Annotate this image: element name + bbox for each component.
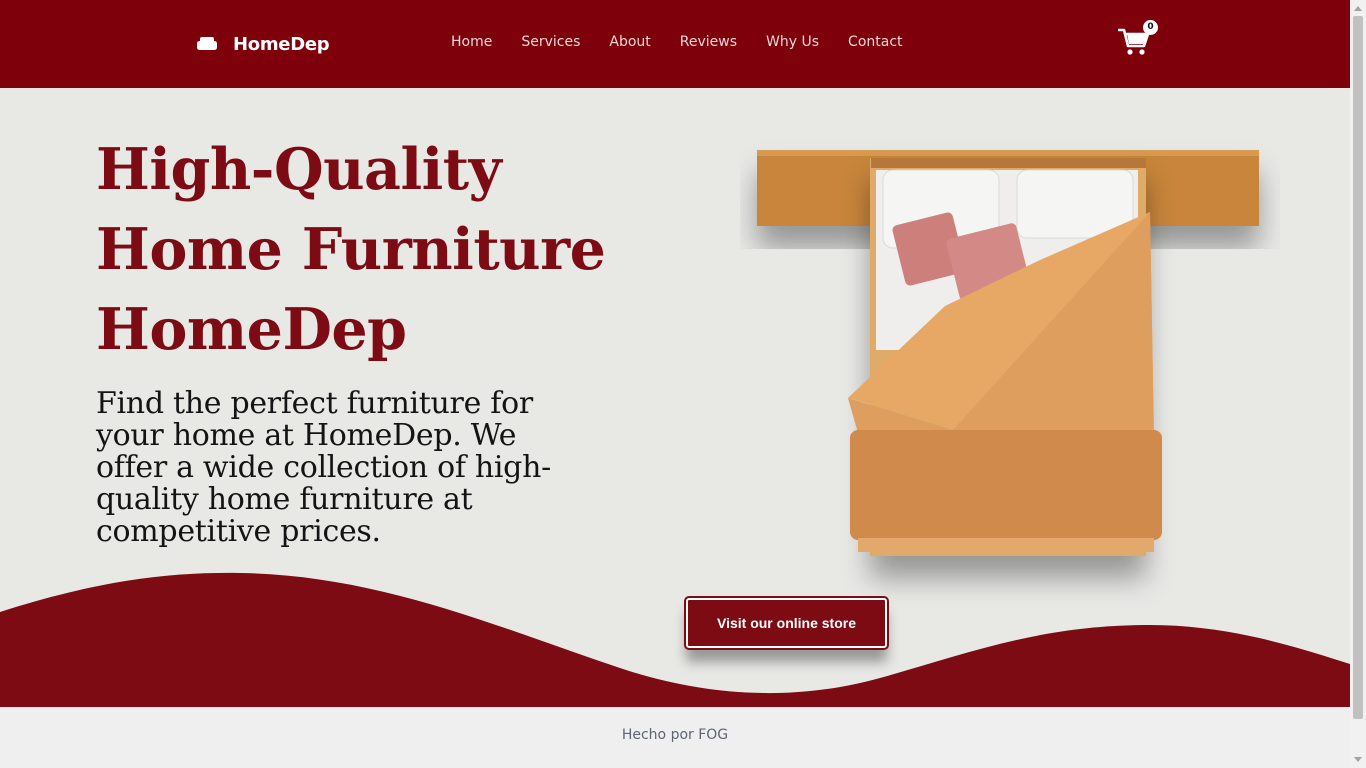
hero-section: High-Quality Home Furniture HomeDep Find… [0, 88, 1350, 707]
brand-logo[interactable]: HomeDep [197, 30, 330, 58]
scroll-up-arrow-icon[interactable] [1353, 4, 1363, 12]
hero-title-line: HomeDep [96, 296, 407, 363]
nav-link-why-us[interactable]: Why Us [766, 34, 819, 50]
site-header: HomeDep Home Services About Reviews Why … [0, 0, 1350, 88]
hero-description: Find the perfect furniture for your home… [96, 386, 551, 549]
bed-image [757, 150, 1259, 556]
hero-title: High-Quality Home Furniture HomeDep [96, 130, 616, 370]
brand-name: HomeDep [233, 33, 330, 55]
main-nav: Home Services About Reviews Why Us Conta… [451, 34, 903, 50]
nav-link-reviews[interactable]: Reviews [680, 34, 737, 50]
site-footer: Hecho por FOG [0, 707, 1350, 768]
visit-store-button[interactable]: Visit our online store [684, 596, 889, 650]
scroll-down-arrow-icon[interactable] [1353, 756, 1363, 764]
nav-link-about[interactable]: About [609, 34, 650, 50]
nav-link-contact[interactable]: Contact [848, 34, 902, 50]
hero-title-line: Home Furniture [96, 216, 606, 283]
nav-link-home[interactable]: Home [451, 34, 492, 50]
scrollbar-thumb[interactable] [1353, 16, 1363, 719]
nav-link-services[interactable]: Services [521, 34, 580, 50]
footer-credit: Hecho por FOG [621, 727, 729, 743]
cart-count-badge: 0 [1143, 20, 1158, 35]
sofa-icon [197, 36, 217, 52]
hero-title-line: High-Quality [96, 136, 502, 203]
